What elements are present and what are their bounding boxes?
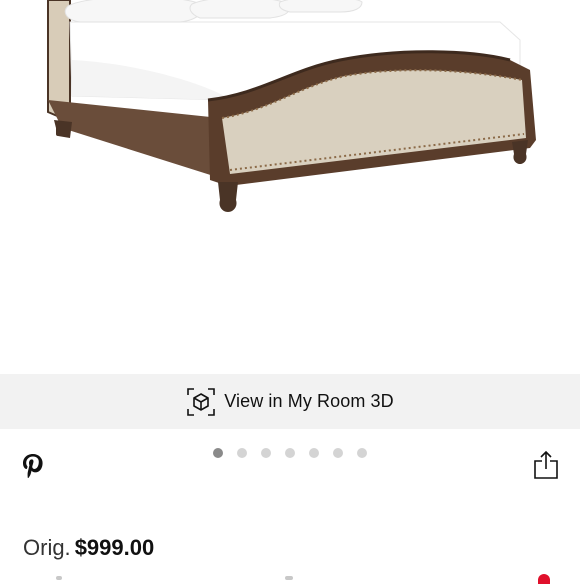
orig-price-value: $999.00 [74,535,155,560]
share-button[interactable] [533,450,559,480]
carousel-dot-2[interactable] [237,448,247,458]
carousel-dots [213,448,381,458]
3d-cube-icon [186,387,216,417]
pinterest-button[interactable] [20,452,46,480]
carousel-dot-5[interactable] [309,448,319,458]
orig-price-label: Orig. [23,535,71,560]
carousel-dot-1[interactable] [213,448,223,458]
pinterest-icon [20,454,46,484]
carousel-dot-7[interactable] [357,448,367,458]
peek-mark-center [285,576,293,580]
carousel-dot-6[interactable] [333,448,343,458]
cart-badge-peek [538,574,550,584]
share-icon [533,450,559,484]
price-row: Orig. $999.00 [23,535,154,561]
product-image[interactable] [0,0,580,372]
carousel-dot-3[interactable] [261,448,271,458]
carousel-dot-4[interactable] [285,448,295,458]
peek-mark-left [56,576,62,580]
next-section-peek [0,574,580,584]
bed-illustration [47,0,536,212]
view-in-room-label: View in My Room 3D [224,391,394,411]
view-in-room-3d-button[interactable]: View in My Room 3D [0,374,580,429]
